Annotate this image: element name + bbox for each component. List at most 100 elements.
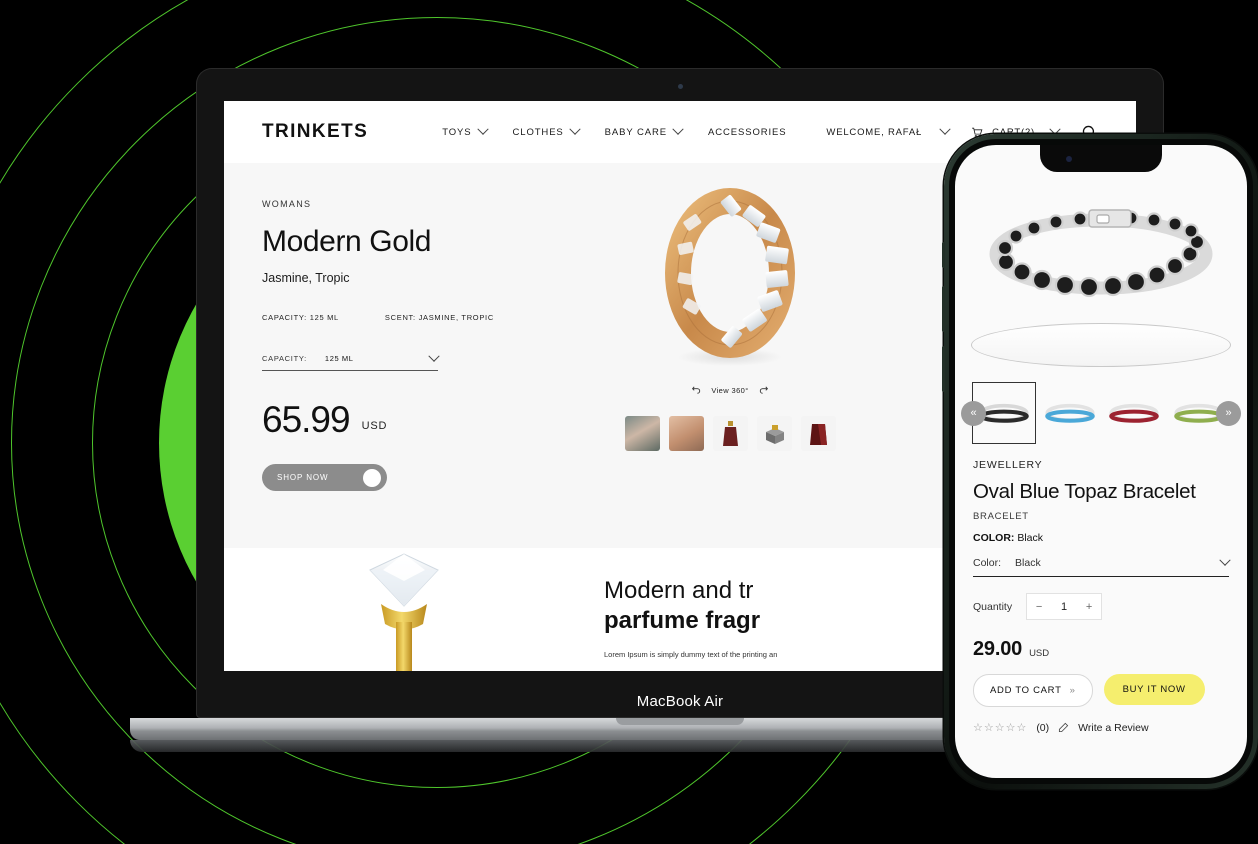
product-eyebrow: WOMANS — [262, 199, 312, 209]
perfume-bottle-dark-icon — [809, 424, 827, 445]
shop-now-button[interactable]: SHOP NOW » — [262, 464, 387, 491]
view-360-control[interactable]: View 360° — [691, 385, 768, 396]
color-select-value: Black — [1015, 557, 1041, 569]
bracelet-thumb-icon — [1044, 403, 1095, 423]
add-to-cart-label: ADD TO CART — [990, 685, 1062, 696]
quantity-stepper: − 1 + — [1026, 593, 1103, 620]
rotate-left-icon — [692, 386, 701, 394]
chevron-down-icon — [672, 123, 684, 135]
phone-price-currency: USD — [1029, 648, 1050, 659]
color-select-label: Color: — [973, 557, 1002, 569]
phone-notch — [1040, 145, 1162, 172]
phone-volume-up-button[interactable] — [941, 286, 945, 332]
chevron-down-icon — [1219, 554, 1231, 566]
clasp — [1088, 209, 1132, 228]
color-select[interactable]: Color: Black — [973, 554, 1231, 577]
phone-product-info: JEWELLERY Oval Blue Topaz Bracelet BRACE… — [955, 445, 1247, 734]
product-price: 65.99 — [262, 399, 351, 440]
main-nav: TOYS CLOTHES BABY CARE ACCESSORIES — [442, 123, 787, 138]
phone-product-title: Oval Blue Topaz Bracelet — [973, 480, 1196, 503]
gallery-thumb[interactable] — [712, 416, 748, 451]
phone-volume-down-button[interactable] — [941, 346, 945, 392]
star-rating-icon[interactable]: ☆☆☆☆☆ — [973, 721, 1027, 734]
review-row: ☆☆☆☆☆ (0) Write a Review — [973, 721, 1229, 735]
nav-item-label: ACCESSORIES — [707, 126, 787, 138]
quantity-increment-button[interactable]: + — [1077, 601, 1101, 613]
perfume-box-icon — [765, 425, 784, 444]
perfume-bottle-icon — [722, 421, 738, 446]
view-360-label: View 360° — [711, 386, 749, 395]
review-count: (0) — [1036, 721, 1050, 734]
bracelet-thumb-icon — [979, 403, 1030, 423]
quantity-value[interactable]: 1 — [1051, 601, 1077, 613]
capacity-select[interactable]: CAPACITY: 125 ML — [262, 350, 440, 371]
diamond-ring-illustration — [369, 553, 439, 671]
laptop-camera-icon — [678, 84, 683, 89]
gold-ring-illustration — [665, 188, 795, 366]
phone-product-eyebrow: JEWELLERY — [973, 459, 1043, 471]
front-camera-icon — [1066, 156, 1072, 162]
nav-item-label: CLOTHES — [512, 126, 564, 138]
site-logo[interactable]: TRINKETS — [262, 121, 368, 143]
quantity-label: Quantity — [973, 600, 1013, 613]
buy-it-now-button[interactable]: BUY IT NOW — [1103, 674, 1205, 705]
shop-now-label: SHOP NOW — [277, 473, 329, 482]
spec-capacity: CAPACITY: 125 ML — [262, 313, 339, 322]
account-label: WELCOME, RAFAŁ — [826, 126, 923, 138]
write-review-link[interactable]: Write a Review — [1078, 722, 1148, 734]
carousel-thumb-blue[interactable] — [1039, 383, 1101, 443]
rotate-right-icon — [759, 386, 768, 394]
quantity-decrement-button[interactable]: − — [1027, 601, 1051, 613]
chevron-right-icon: » — [1069, 685, 1076, 696]
phone-price-row: 29.00 USD — [973, 638, 1229, 661]
product-gallery: View 360° — [512, 163, 948, 548]
buy-it-now-label: BUY IT NOW — [1122, 684, 1186, 695]
phone-price: 29.00 — [973, 638, 1023, 660]
carousel-thumb-red[interactable] — [1103, 383, 1165, 443]
phone-color-readout: COLOR: Black — [973, 532, 1229, 544]
add-to-cart-button[interactable]: ADD TO CART » — [973, 674, 1093, 707]
phone-screen: « » JEWELLERY Oval Blue Topaz Bracelet B… — [955, 145, 1247, 778]
black-bracelet-illustration — [989, 209, 1213, 298]
chevron-down-icon — [476, 123, 489, 135]
phone-actions: ADD TO CART » BUY IT NOW — [973, 674, 1229, 707]
account-menu[interactable]: WELCOME, RAFAŁ — [826, 123, 951, 138]
nav-item-label: BABY CARE — [604, 126, 667, 138]
nav-item-clothes[interactable]: CLOTHES — [512, 123, 581, 138]
phone-color-label: COLOR: — [973, 532, 1015, 544]
thumbnail-carousel: « » — [955, 381, 1247, 445]
phone-product-image — [955, 189, 1247, 319]
product-subtitle: Jasmine, Tropic — [262, 271, 350, 285]
gallery-thumb[interactable] — [624, 416, 660, 451]
gallery-thumb[interactable] — [668, 416, 704, 451]
bracelet-thumb-icon — [1109, 403, 1160, 423]
pencil-icon — [1059, 722, 1069, 733]
capacity-select-label: CAPACITY: — [262, 354, 307, 363]
phone-page: « » JEWELLERY Oval Blue Topaz Bracelet B… — [955, 145, 1247, 734]
price-currency: USD — [361, 420, 388, 432]
scene: TRINKETS TOYS CLOTHES BABY CARE ACCESSOR… — [0, 0, 1258, 844]
nav-item-label: TOYS — [442, 126, 472, 138]
phone-mute-switch[interactable] — [941, 242, 945, 268]
phone-color-value: Black — [1017, 532, 1044, 544]
chevron-right-icon: » — [363, 468, 381, 487]
chevron-down-icon — [428, 350, 440, 362]
nav-item-baby-care[interactable]: BABY CARE — [604, 123, 684, 138]
iphone-mockup: « » JEWELLERY Oval Blue Topaz Bracelet B… — [941, 134, 1258, 789]
price-row: 65.99 USD — [262, 401, 512, 438]
nav-item-accessories[interactable]: ACCESSORIES — [708, 127, 787, 138]
gallery-thumb[interactable] — [800, 416, 836, 451]
hero-product-image — [662, 181, 798, 371]
nav-item-toys[interactable]: TOYS — [442, 123, 489, 138]
phone-product-category: BRACELET — [973, 511, 1029, 522]
chevron-down-icon — [569, 123, 581, 135]
carousel-prev-button[interactable]: « — [961, 400, 986, 426]
spec-scent: SCENT: JASMINE, TROPIC — [384, 313, 494, 322]
product-specs: CAPACITY: 125 ML SCENT: JASMINE, TROPIC — [262, 313, 512, 322]
gallery-thumbnails — [624, 416, 836, 451]
carousel-next-button[interactable]: » — [1216, 400, 1241, 426]
laptop-base-notch — [616, 718, 744, 725]
capacity-select-value: 125 ML — [324, 354, 354, 363]
gallery-thumb[interactable] — [756, 416, 792, 451]
diamond-ring-image — [224, 548, 584, 671]
